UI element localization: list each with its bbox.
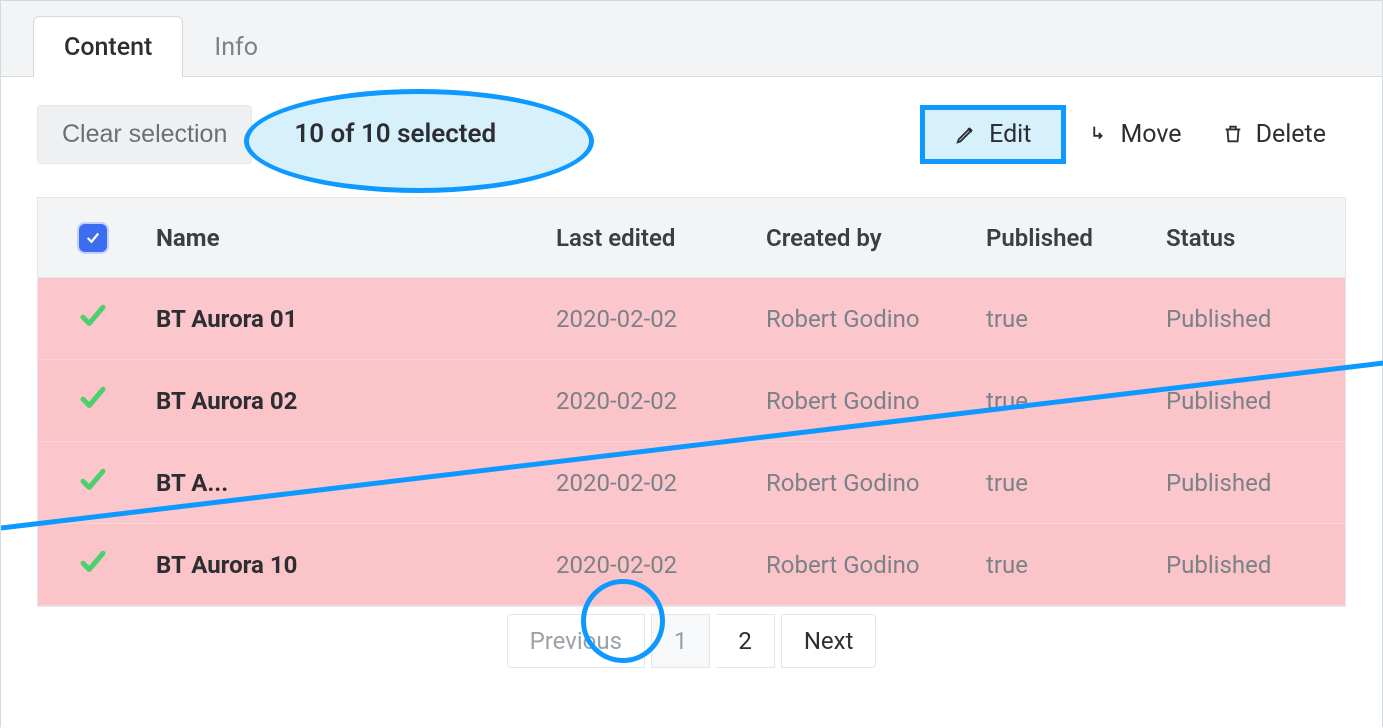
row-published: true [978, 469, 1158, 497]
row-last-edited: 2020-02-02 [548, 469, 758, 497]
row-status: Published [1158, 387, 1345, 415]
pencil-icon [955, 123, 977, 145]
delete-button[interactable]: Delete [1202, 108, 1346, 161]
tab-info[interactable]: Info [183, 16, 289, 76]
row-published: true [978, 305, 1158, 333]
select-all-cell[interactable] [38, 224, 148, 252]
row-status: Published [1158, 551, 1345, 579]
pagination-page-2[interactable]: 2 [716, 614, 775, 668]
check-icon [78, 383, 108, 419]
move-icon [1086, 123, 1108, 145]
table-header: Name Last edited Created by Published St… [38, 198, 1345, 278]
check-icon [78, 465, 108, 501]
table-row[interactable]: BT Aurora 10 2020-02-02 Robert Godino tr… [38, 524, 1345, 606]
row-name: BT Aurora 01 [148, 305, 548, 333]
col-name[interactable]: Name [148, 224, 548, 252]
check-icon [78, 301, 108, 337]
row-name: BT A... [148, 469, 548, 497]
row-published: true [978, 387, 1158, 415]
pagination-page-1[interactable]: 1 [651, 614, 711, 668]
move-label: Move [1120, 120, 1181, 149]
row-name: BT Aurora 02 [148, 387, 548, 415]
tab-content[interactable]: Content [33, 16, 183, 77]
pagination: Previous 1 2 Next [37, 627, 1346, 655]
move-button[interactable]: Move [1066, 108, 1201, 161]
pagination-next[interactable]: Next [781, 614, 877, 668]
row-published: true [978, 551, 1158, 579]
table-row[interactable]: BT A... 2020-02-02 Robert Godino true Pu… [38, 442, 1345, 524]
content-window: Content Info Clear selection 10 of 10 se… [0, 0, 1383, 727]
clear-selection-button[interactable]: Clear selection [37, 105, 252, 164]
row-status: Published [1158, 305, 1345, 333]
table-row[interactable]: BT Aurora 01 2020-02-02 Robert Godino tr… [38, 278, 1345, 360]
col-created-by[interactable]: Created by [758, 224, 978, 252]
row-last-edited: 2020-02-02 [548, 551, 758, 579]
col-status[interactable]: Status [1158, 224, 1345, 252]
pagination-previous[interactable]: Previous [507, 614, 645, 668]
toolbar: Clear selection 10 of 10 selected Edit [37, 101, 1346, 167]
delete-label: Delete [1256, 120, 1326, 149]
tab-bar: Content Info [1, 1, 1382, 77]
row-created-by: Robert Godino [758, 551, 978, 579]
content-table: Name Last edited Created by Published St… [37, 197, 1346, 607]
table-row[interactable]: BT Aurora 02 2020-02-02 Robert Godino tr… [38, 360, 1345, 442]
trash-icon [1222, 123, 1244, 145]
row-created-by: Robert Godino [758, 469, 978, 497]
col-last-edited[interactable]: Last edited [548, 224, 758, 252]
row-created-by: Robert Godino [758, 387, 978, 415]
row-last-edited: 2020-02-02 [548, 305, 758, 333]
row-created-by: Robert Godino [758, 305, 978, 333]
selection-count: 10 of 10 selected [294, 119, 496, 149]
edit-label: Edit [989, 120, 1031, 149]
selection-count-text: 10 of 10 selected [294, 119, 496, 149]
content-panel: Clear selection 10 of 10 selected Edit [1, 77, 1382, 728]
bulk-actions: Edit Move Delete [920, 105, 1346, 164]
row-name: BT Aurora 10 [148, 551, 548, 579]
row-last-edited: 2020-02-02 [548, 387, 758, 415]
edit-button[interactable]: Edit [920, 105, 1066, 164]
col-published[interactable]: Published [978, 224, 1158, 252]
row-status: Published [1158, 469, 1345, 497]
select-all-checkbox[interactable] [79, 224, 107, 252]
check-icon [78, 547, 108, 583]
